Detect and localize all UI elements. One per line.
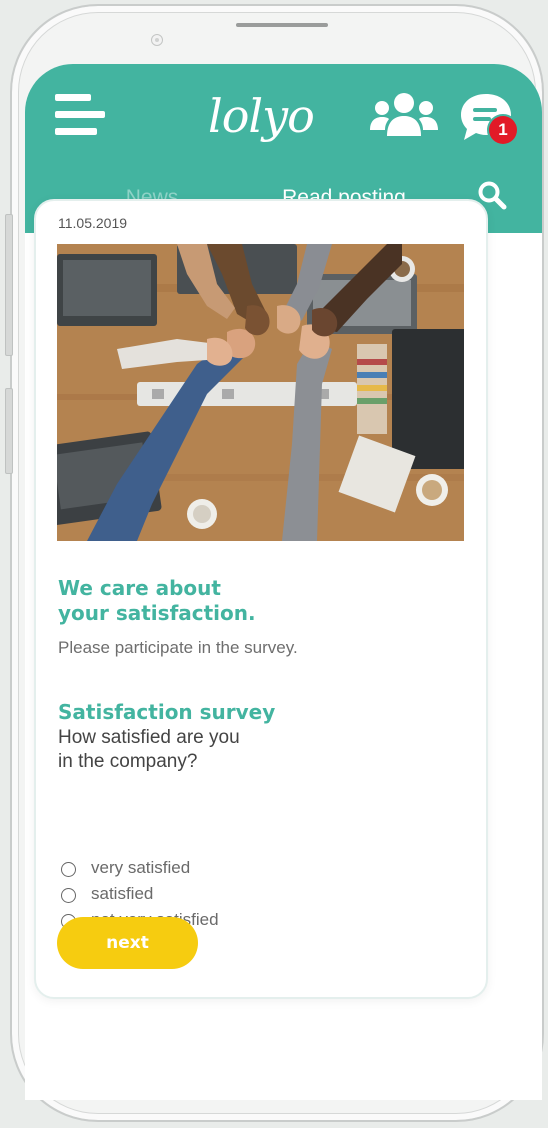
- team-fist-bump-photo: [57, 244, 464, 541]
- radio-button[interactable]: [61, 862, 76, 877]
- radio-button[interactable]: [61, 888, 76, 903]
- notification-badge: 1: [489, 116, 517, 144]
- headline-line: your satisfaction.: [58, 601, 256, 625]
- phone-side-button: [5, 214, 13, 356]
- post-subline: Please participate in the survey.: [58, 638, 298, 657]
- menu-icon-bar: [55, 128, 97, 135]
- phone-camera: [151, 34, 163, 46]
- next-button[interactable]: next: [57, 917, 198, 969]
- question-line: in the company?: [58, 751, 198, 772]
- survey-option-satisfied[interactable]: satisfied: [61, 882, 153, 906]
- survey-option-very-satisfied[interactable]: very satisfied: [61, 856, 190, 880]
- headline-line: We care about: [58, 576, 221, 600]
- question-line: How satisfied are you: [58, 727, 240, 748]
- menu-icon-bar: [55, 111, 105, 118]
- menu-button[interactable]: [55, 94, 105, 136]
- app-logo: lolyo: [208, 81, 315, 151]
- post-headline: We care about your satisfaction.: [58, 576, 438, 626]
- survey-title: Satisfaction survey: [58, 700, 276, 724]
- post-date: 11.05.2019: [58, 215, 128, 231]
- option-label: satisfied: [91, 884, 154, 903]
- post-image: [57, 244, 464, 541]
- phone-side-button: [5, 388, 13, 474]
- logo-text: lolyo: [208, 89, 315, 143]
- survey-question: How satisfied are you in the company?: [58, 726, 358, 774]
- phone-speaker: [236, 23, 328, 27]
- option-label: very satisfied: [91, 858, 191, 877]
- menu-icon-bar: [55, 94, 91, 101]
- team-icon[interactable]: [370, 92, 438, 136]
